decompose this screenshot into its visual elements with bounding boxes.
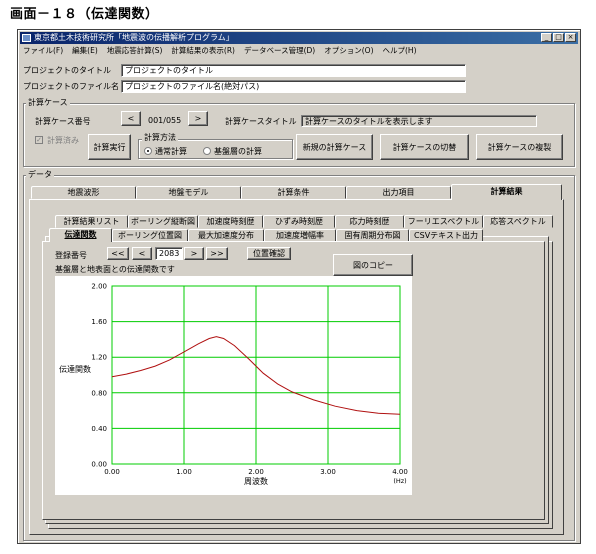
x-tick-label: 4.00 (392, 468, 408, 476)
project-file-field[interactable]: プロジェクトのファイル名(絶対パス) (121, 80, 466, 93)
data-group-title: データ (26, 170, 54, 179)
chart-description: 基盤層と地表面との伝達関数です (55, 265, 175, 274)
transfer-function-chart: 0.00 1.00 2.00 3.00 4.00 0.00 0.40 0.80 1.20 1.60… (59, 283, 408, 487)
tab-fourier-spectrum[interactable]: フーリエスペクトル (404, 215, 483, 228)
menu-edit[interactable]: 編集(E) (72, 45, 98, 57)
case-prev-button[interactable]: < (121, 111, 141, 126)
copy-figure-button[interactable]: 図のコピー (333, 254, 413, 276)
last-button[interactable]: >> (206, 247, 228, 260)
case-number-value: 001/055 (148, 116, 182, 125)
y-tick-label: 0.00 (91, 461, 107, 469)
tab-calc-conditions[interactable]: 計算条件 (241, 186, 346, 199)
y-tick-label: 0.80 (91, 389, 107, 397)
title-bar: 東京都土木技術研究所「地震波の伝播解析プログラム」 _ □ × (20, 32, 578, 44)
x-tick-label: 0.00 (104, 468, 120, 476)
tab-output-items[interactable]: 出力項目 (346, 186, 451, 199)
tab-calc-results[interactable]: 計算結果 (451, 184, 562, 200)
case-title-label: 計算ケースタイトル (225, 117, 297, 126)
tab-result-list[interactable]: 計算結果リスト (55, 215, 128, 228)
menu-file[interactable]: ファイル(F) (23, 45, 63, 57)
menu-seismic-calc[interactable]: 地震応答計算(S) (107, 45, 163, 57)
calc-done-checkbox: ✓ (35, 136, 43, 144)
prev-button[interactable]: < (132, 247, 152, 260)
menu-database[interactable]: データベース管理(D) (244, 45, 315, 57)
method-normal-radio[interactable] (144, 147, 152, 155)
menu-show-results[interactable]: 計算結果の表示(R) (171, 45, 235, 57)
x-tick-label: 3.00 (320, 468, 336, 476)
tab-accel-history[interactable]: 加速度時刻歴 (198, 215, 263, 228)
maximize-button[interactable]: □ (553, 33, 564, 42)
reg-number-field[interactable]: 2083 (155, 247, 183, 260)
calc-method-title: 計算方法 (142, 133, 178, 142)
copy-case-button[interactable]: 計算ケースの複製 (476, 134, 563, 160)
tab-transfer-function[interactable]: 伝達関数 (49, 228, 112, 242)
project-title-label: プロジェクトのタイトル (23, 66, 111, 75)
menu-help[interactable]: ヘルプ(H) (383, 45, 417, 57)
x-axis-unit: (Hz) (393, 477, 406, 485)
run-calc-button[interactable]: 計算実行 (88, 134, 131, 160)
y-tick-label: 1.20 (91, 354, 107, 362)
y-tick-label: 2.00 (91, 283, 107, 291)
y-axis-label: 伝達関数 (59, 364, 91, 374)
next-button[interactable]: > (184, 247, 204, 260)
calc-case-group-title: 計算ケース (26, 98, 70, 107)
app-window: 東京都土木技術研究所「地震波の伝播解析プログラム」 _ □ × ファイル(F) … (17, 29, 581, 544)
tab-boring-section[interactable]: ボーリング縦断図 (128, 215, 198, 228)
case-next-button[interactable]: > (188, 111, 208, 126)
x-axis-label: 周波数 (244, 476, 268, 486)
tab-seismic-wave[interactable]: 地震波形 (31, 186, 136, 199)
locate-button[interactable]: 位置確認 (247, 247, 291, 260)
y-tick-label: 0.40 (91, 425, 107, 433)
tab-strain-history[interactable]: ひずみ時刻歴 (263, 215, 335, 228)
reg-number-label: 登録番号 (55, 251, 87, 260)
project-file-label: プロジェクトのファイル名 (23, 82, 119, 91)
minimize-button[interactable]: _ (541, 33, 552, 42)
calc-done-label: 計算済み (47, 136, 79, 145)
y-tick-label: 1.60 (91, 318, 107, 326)
x-tick-label: 2.00 (248, 468, 264, 476)
switch-case-button[interactable]: 計算ケースの切替 (380, 134, 469, 160)
result-page-panel: 登録番号 << < 2083 > >> 位置確認 図のコピー 基盤層と地表面との… (42, 241, 545, 520)
page-heading: 画面－１８（伝達関数） (10, 7, 159, 22)
method-base-radio[interactable] (203, 147, 211, 155)
case-number-label: 計算ケース番号 (35, 117, 91, 126)
new-case-button[interactable]: 新規の計算ケース (296, 134, 373, 160)
tab-stress-history[interactable]: 応力時刻歴 (335, 215, 404, 228)
window-title: 東京都土木技術研究所「地震波の伝播解析プログラム」 (34, 33, 234, 42)
menu-bar: ファイル(F) 編集(E) 地震応答計算(S) 計算結果の表示(R) データベー… (20, 45, 578, 57)
close-button[interactable]: × (565, 33, 576, 42)
tab-response-spectrum[interactable]: 応答スペクトル (483, 215, 553, 228)
project-title-field[interactable]: プロジェクトのタイトル (121, 64, 466, 77)
method-base-label: 基盤層の計算 (214, 147, 262, 156)
app-icon (22, 34, 31, 42)
x-tick-label: 1.00 (176, 468, 192, 476)
tab-ground-model[interactable]: 地盤モデル (136, 186, 241, 199)
method-normal-label: 通常計算 (155, 147, 187, 156)
case-title-field: 計算ケースのタイトルを表示します (301, 115, 537, 127)
first-button[interactable]: << (107, 247, 129, 260)
chart-area: 0.00 1.00 2.00 3.00 4.00 0.00 0.40 0.80 1.20 1.60… (55, 276, 412, 495)
menu-options[interactable]: オプション(O) (324, 45, 373, 57)
